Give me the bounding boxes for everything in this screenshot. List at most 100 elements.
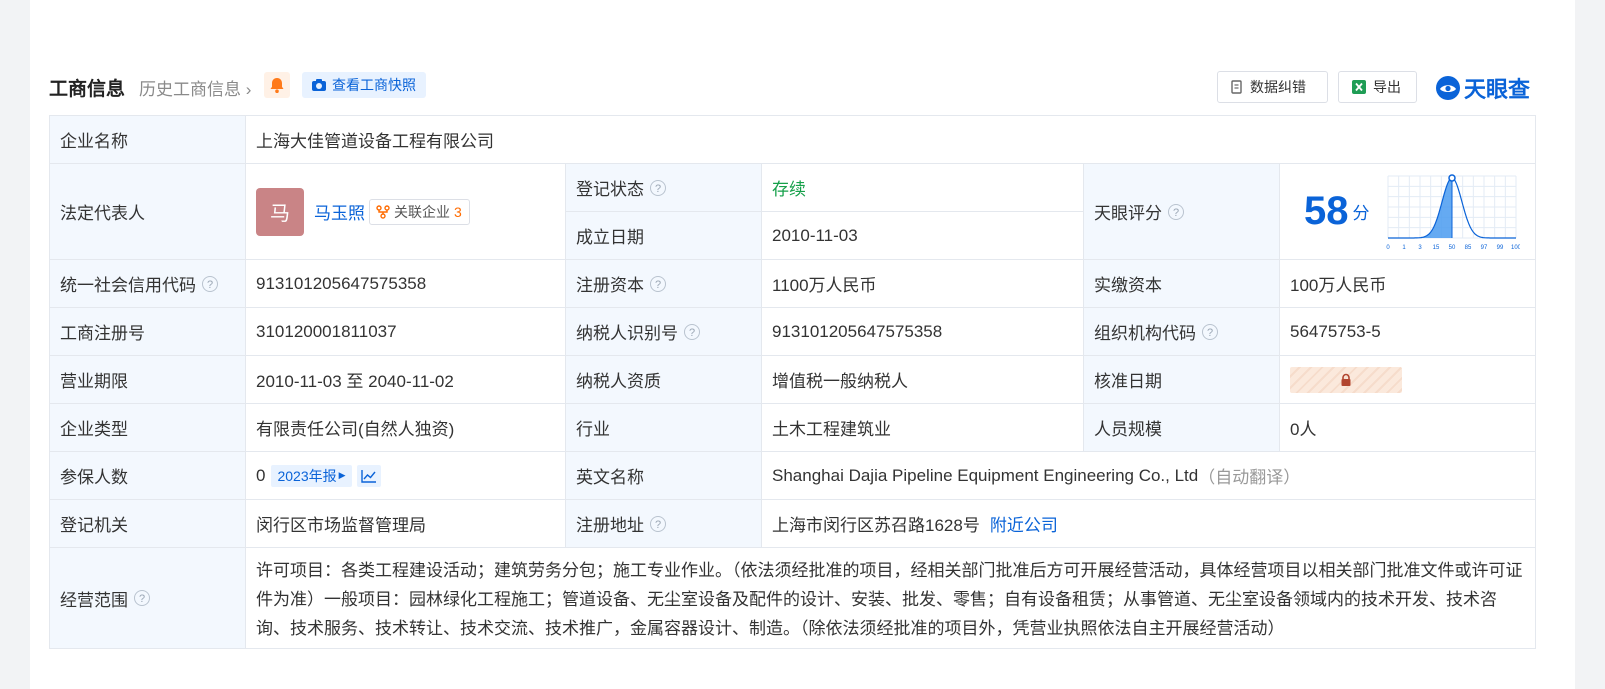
reg-no-value: 310120001811037: [246, 308, 566, 356]
taxpayer-qual-value: 增值税一般纳税人: [762, 356, 1084, 404]
help-icon[interactable]: ?: [1168, 203, 1184, 220]
reg-status-label: 登记状态: [576, 180, 644, 199]
score-tick-label: 99: [1496, 245, 1503, 251]
logo-text: 天眼查: [1464, 77, 1531, 102]
industry-value: 土木工程建筑业: [762, 404, 1084, 452]
annual-report-label: 2023年报: [277, 467, 337, 484]
nearby-companies-link[interactable]: 附近公司: [990, 511, 1058, 536]
annual-report-button[interactable]: 2023年报 ▶: [271, 464, 352, 487]
eye-logo-icon: [1436, 76, 1460, 100]
address-label-cell: 注册地址?: [566, 500, 762, 548]
help-icon[interactable]: ?: [134, 590, 150, 606]
taxpayer-id-label-cell: 纳税人识别号?: [566, 308, 762, 356]
company-name-value: 上海大佳管道设备工程有限公司: [246, 116, 1536, 164]
score-value: 58: [1304, 189, 1349, 233]
auto-translate-note: （自动翻译）: [1198, 468, 1301, 487]
scope-label: 经营范围: [60, 590, 128, 610]
authority-value: 闵行区市场监督管理局: [246, 500, 566, 548]
assoc-count: 3: [454, 203, 462, 220]
industry-label: 行业: [566, 404, 762, 452]
snapshot-label: 查看工商快照: [332, 77, 416, 93]
score-unit: 分: [1352, 204, 1370, 223]
avatar[interactable]: 马: [256, 187, 304, 236]
score-cell[interactable]: 58 分 0 1 3 15 50 85 97 99 100: [1280, 164, 1536, 260]
english-name-cell: Shanghai Dajia Pipeline Equipment Engine…: [762, 452, 1536, 500]
business-info-table: 企业名称 上海大佳管道设备工程有限公司 法定代表人 马 马玉照 关联企业 3 登…: [49, 115, 1536, 649]
export-button[interactable]: 导出: [1338, 71, 1417, 103]
network-icon: [376, 204, 390, 219]
legal-rep-name-link[interactable]: 马玉照: [314, 199, 365, 224]
address-cell: 上海市闵行区苏召路1628号 附近公司: [762, 500, 1536, 548]
history-label: 历史工商信息: [139, 80, 241, 99]
caret-right-icon: ▶: [338, 470, 346, 480]
score-tick-label: 97: [1480, 245, 1487, 251]
score-tick-label: 85: [1464, 245, 1471, 251]
document-edit-icon: [1231, 80, 1242, 94]
snapshot-button[interactable]: 查看工商快照: [302, 72, 426, 98]
address-label: 注册地址: [576, 516, 644, 535]
tianyancha-logo: 天眼查: [1434, 72, 1530, 104]
reg-capital-label-cell: 注册资本?: [566, 260, 762, 308]
insured-label: 参保人数: [50, 452, 246, 500]
monitor-button[interactable]: [264, 72, 290, 98]
taxpayer-id-value: 913101205647575358: [762, 308, 1084, 356]
history-link[interactable]: 历史工商信息 ›: [139, 75, 251, 100]
lock-icon: [1341, 373, 1351, 386]
scope-label-cell: 经营范围?: [50, 548, 246, 649]
credit-code-value: 913101205647575358: [246, 260, 566, 308]
paid-capital-label: 实缴资本: [1084, 260, 1280, 308]
section-title: 工商信息: [49, 79, 126, 100]
org-code-label-cell: 组织机构代码?: [1084, 308, 1280, 356]
help-icon[interactable]: ?: [684, 323, 700, 340]
data-correction-button[interactable]: 数据纠错: [1217, 71, 1328, 103]
help-icon[interactable]: ?: [202, 275, 218, 292]
taxpayer-id-label: 纳税人识别号: [576, 324, 678, 343]
term-value: 2010-11-03 至 2040-11-02: [246, 356, 566, 404]
reg-status-label-cell: 登记状态?: [566, 164, 762, 212]
score-tick-label: 3: [1418, 245, 1422, 251]
score-distribution-chart: 0 1 3 15 50 85 97 99 100: [1386, 173, 1520, 251]
export-label: 导出: [1373, 79, 1401, 95]
score-label-cell: 天眼评分?: [1084, 164, 1280, 260]
credit-code-label-cell: 统一社会信用代码?: [50, 260, 246, 308]
data-correction-label: 数据纠错: [1250, 79, 1306, 95]
trend-button[interactable]: [356, 464, 381, 487]
bell-icon: [270, 78, 284, 93]
scope-value: 许可项目：各类工程建设活动；建筑劳务分包；施工专业作业。（依法须经批准的项目，经…: [246, 548, 1536, 649]
help-icon[interactable]: ?: [650, 179, 666, 196]
section-header: 工商信息 历史工商信息 › 查看工商快照 数据纠错 导出 天眼查: [49, 70, 1535, 106]
insured-value: 0: [256, 465, 266, 485]
english-name-label: 英文名称: [566, 452, 762, 500]
org-code-label: 组织机构代码: [1094, 324, 1196, 343]
address-value: 上海市闵行区苏召路1628号: [772, 516, 980, 535]
type-label: 企业类型: [50, 404, 246, 452]
company-name-label: 企业名称: [50, 116, 246, 164]
taxpayer-qual-label: 纳税人资质: [566, 356, 762, 404]
credit-code-label: 统一社会信用代码: [60, 276, 196, 295]
associated-companies-badge[interactable]: 关联企业 3: [369, 198, 470, 225]
help-icon[interactable]: ?: [650, 275, 666, 292]
score-marker-dot: [1447, 173, 1456, 182]
score-label: 天眼评分: [1094, 204, 1162, 223]
legal-rep-label: 法定代表人: [50, 164, 246, 260]
term-label: 营业期限: [50, 356, 246, 404]
org-code-value: 56475753-5: [1280, 308, 1536, 356]
score-tick-label: 0: [1386, 245, 1390, 251]
legal-rep-cell: 马 马玉照 关联企业 3: [246, 164, 566, 260]
score-tick-label: 100: [1510, 245, 1519, 251]
staff-label: 人员规模: [1084, 404, 1280, 452]
score-tick-label: 1: [1402, 245, 1406, 251]
help-icon[interactable]: ?: [1202, 323, 1218, 340]
reg-no-label: 工商注册号: [50, 308, 246, 356]
staff-value: 0人: [1280, 404, 1536, 452]
assoc-label: 关联企业: [394, 203, 450, 220]
locked-content-button[interactable]: [1290, 366, 1402, 393]
score-tick-label: 50: [1448, 245, 1455, 251]
founded-value: 2010-11-03: [762, 212, 1084, 260]
approval-date-cell: [1280, 356, 1536, 404]
reg-status-value-cell: 存续: [762, 164, 1084, 212]
help-icon[interactable]: ?: [650, 515, 666, 532]
trend-chart-icon: [360, 469, 376, 483]
camera-icon: [312, 79, 326, 91]
type-value: 有限责任公司(自然人独资): [246, 404, 566, 452]
